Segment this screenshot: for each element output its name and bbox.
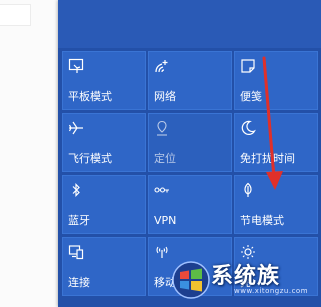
tile-location[interactable]: 定位 [148,113,232,172]
tablet-mode-icon [68,58,84,73]
screen: 平板模式 网络 便笺 飞行模式 定位 免打扰时间 蓝牙 VPN 节电模式 连接 … [0,0,321,307]
watermark-text: 系统族 [211,264,281,289]
tile-label: 网络 [154,90,176,103]
background-field [0,4,31,26]
windows-logo-icon [172,261,210,299]
tile-label: 蓝牙 [68,214,90,227]
tile-label: 定位 [154,152,176,165]
tile-label: 便笺 [240,90,262,103]
tile-battery-saver[interactable]: 节电模式 [234,175,318,234]
network-icon [155,60,168,73]
tile-label: 节电模式 [240,214,284,227]
watermark: 系统族 www.xitongzu.com [172,256,321,307]
tile-connect[interactable]: 连接 [62,237,146,296]
note-icon [241,59,255,73]
connect-icon [68,245,84,260]
tile-label: 免打扰时间 [240,152,295,165]
moon-icon [241,120,256,135]
tile-note[interactable]: 便笺 [234,51,318,110]
airplane-icon [68,121,83,135]
watermark-url: www.xitongzu.com [234,287,309,295]
mobile-hotspot-icon [156,246,168,258]
location-icon [157,120,167,136]
tile-bluetooth[interactable]: 蓝牙 [62,175,146,234]
bluetooth-icon [72,183,80,197]
tile-network[interactable]: 网络 [148,51,232,110]
tile-label: 飞行模式 [68,152,112,165]
tile-airplane-mode[interactable]: 飞行模式 [62,113,146,172]
tile-label: 连接 [68,276,90,289]
leaf-icon [244,182,252,197]
tile-label: 平板模式 [68,90,112,103]
tile-label: VPN [154,214,177,227]
desktop-background [0,0,58,307]
notification-area [58,0,321,48]
vpn-icon [154,187,169,193]
tile-quiet-hours[interactable]: 免打扰时间 [234,113,318,172]
tile-tablet-mode[interactable]: 平板模式 [62,51,146,110]
tile-vpn[interactable]: VPN [148,175,232,234]
